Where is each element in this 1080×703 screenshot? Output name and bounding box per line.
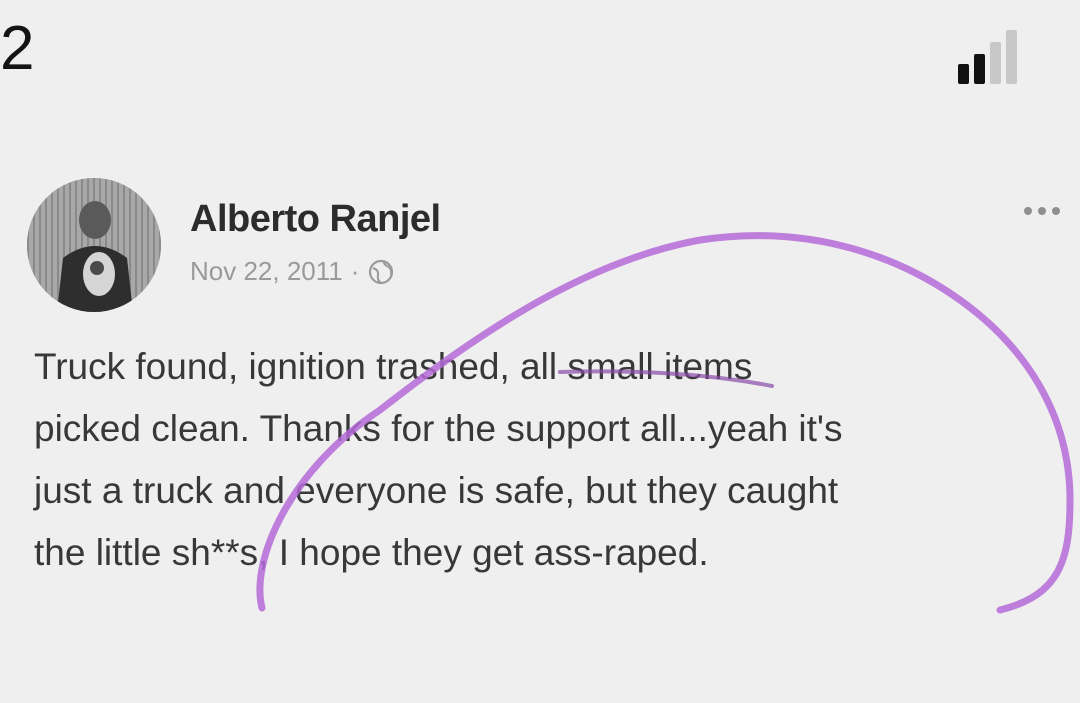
- post-text-line: the little sh**s, I hope they get ass-ra…: [34, 532, 709, 573]
- post-meta: Nov 22, 2011 ·: [190, 256, 395, 287]
- post-text-line: picked clean. Thanks for the support all…: [34, 408, 843, 449]
- post-text-line: Truck found, ignition trashed, all small…: [34, 346, 753, 387]
- author-name[interactable]: Alberto Ranjel: [190, 198, 441, 241]
- signal-bar: [958, 64, 969, 84]
- more-dot: [1024, 207, 1032, 215]
- more-options-icon[interactable]: [1024, 207, 1080, 223]
- globe-icon: [369, 259, 394, 284]
- post-date[interactable]: Nov 22, 2011: [190, 256, 343, 287]
- avatar-photo: [27, 178, 161, 312]
- signal-bar: [974, 54, 985, 84]
- signal-bar: [1006, 30, 1017, 84]
- meta-separator: ·: [350, 256, 360, 286]
- post-body: Truck found, ignition trashed, all small…: [34, 336, 1064, 584]
- more-dot: [1038, 207, 1046, 215]
- signal-bar: [990, 42, 1001, 84]
- more-dot: [1052, 207, 1060, 215]
- avatar[interactable]: [27, 178, 161, 312]
- cellular-signal-icon: [958, 28, 1048, 84]
- status-bar-number: 2: [0, 14, 35, 83]
- post-text-line: just a truck and everyone is safe, but t…: [34, 470, 839, 511]
